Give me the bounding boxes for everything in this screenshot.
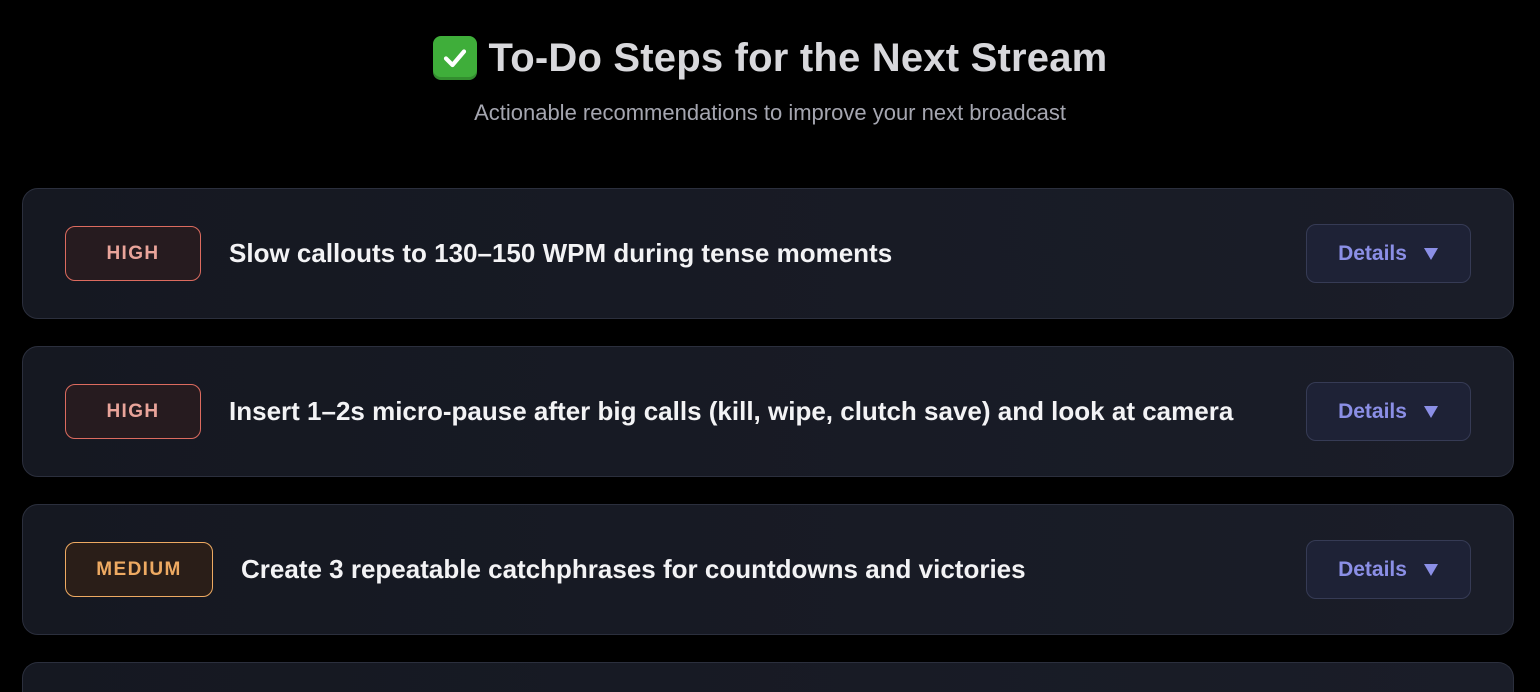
todo-card: HIGH Insert 1–2s micro-pause after big c… [22, 346, 1514, 477]
priority-badge: HIGH [65, 226, 201, 281]
todo-text: Slow callouts to 130–150 WPM during tens… [229, 238, 893, 268]
header: To-Do Steps for the Next Stream Actionab… [0, 30, 1540, 126]
details-button[interactable]: Details [1306, 224, 1471, 283]
page-subtitle: Actionable recommendations to improve yo… [474, 100, 1066, 125]
page-title: To-Do Steps for the Next Stream [432, 30, 1108, 86]
details-button[interactable]: Details [1306, 540, 1471, 599]
caret-down-icon [1423, 247, 1438, 260]
caret-down-icon [1423, 405, 1438, 418]
page-title-text: To-Do Steps for the Next Stream [488, 35, 1108, 80]
todo-text: Create 3 repeatable catchphrases for cou… [241, 554, 1026, 584]
todo-page: To-Do Steps for the Next Stream Actionab… [0, 0, 1540, 692]
todo-card: HIGH Slow callouts to 130–150 WPM during… [22, 188, 1514, 319]
details-label: Details [1338, 241, 1407, 265]
todo-card-partial [22, 662, 1514, 692]
details-label: Details [1338, 557, 1407, 581]
caret-down-icon [1423, 563, 1438, 576]
details-label: Details [1338, 399, 1407, 423]
todo-text: Insert 1–2s micro-pause after big calls … [229, 396, 1234, 426]
todo-list: HIGH Slow callouts to 130–150 WPM during… [22, 188, 1514, 692]
details-button[interactable]: Details [1306, 382, 1471, 441]
priority-badge: MEDIUM [65, 542, 213, 597]
check-mark-button-icon [432, 36, 477, 80]
todo-card: MEDIUM Create 3 repeatable catchphrases … [22, 504, 1514, 635]
priority-badge: HIGH [65, 384, 201, 439]
